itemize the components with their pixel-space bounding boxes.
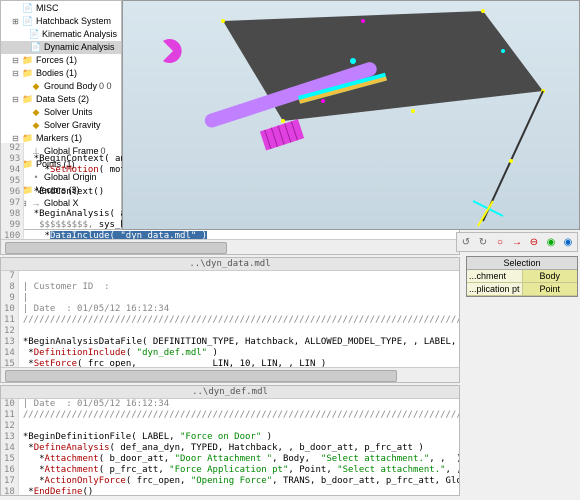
node-label: Solver Units [44,106,93,119]
tree-item[interactable]: ◆Ground Body0 0 [1,80,121,93]
tool-button[interactable]: ↺ [459,235,473,249]
tree-item[interactable]: ◆Solver Gravity [1,119,121,132]
sel-key: ...chment [467,270,523,282]
tool-button[interactable]: ◉ [561,235,575,249]
tool-button[interactable]: → [510,235,524,249]
node-icon: 📄 [29,29,40,40]
view-toolbar: ↺↻○→⊖◉◉ [456,232,578,252]
tool-button[interactable]: ⊖ [527,235,541,249]
h-scrollbar[interactable] [1,239,459,254]
editor-title: ..\dyn_def.mdl [1,386,459,399]
selection-row[interactable]: ...chmentBody [467,270,577,283]
node-icon: ◆ [30,120,42,131]
node-count: 0 0 [99,80,112,93]
selection-row[interactable]: ...plication ptPoint [467,283,577,296]
node-icon: 📁 [22,68,34,79]
node-label: Dynamic Analysis [44,41,115,54]
node-icon: 📁 [22,94,34,105]
h-scrollbar[interactable] [1,367,459,382]
tool-button[interactable]: ◉ [544,235,558,249]
expand-icon[interactable]: ⊟ [11,54,20,67]
expand-icon[interactable]: ⊟ [11,93,20,106]
node-icon: 📁 [22,55,34,66]
tool-button[interactable]: ↻ [476,235,490,249]
sel-val: Point [523,283,578,295]
editor-title: ..\dyn_data.mdl [1,258,459,271]
code-editor-def[interactable]: ..\dyn_def.mdl 10111213141516171819| Dat… [0,385,460,496]
tree-item[interactable]: 📄Dynamic Analysis [1,41,121,54]
node-label: Forces (1) [36,54,77,67]
node-label: Bodies (1) [36,67,77,80]
node-icon: ◆ [30,81,42,92]
node-label: Data Sets (2) [36,93,89,106]
expand-icon[interactable]: ⊟ [11,67,20,80]
node-icon: 📄 [22,16,34,27]
sel-val: Body [523,270,578,282]
tree-item[interactable]: ⊟📁Forces (1) [1,54,121,67]
tree-item[interactable]: ⊟📁Bodies (1) [1,67,121,80]
node-label: Ground Body [44,80,97,93]
tool-button[interactable]: ○ [493,235,507,249]
expand-icon[interactable]: ⊞ [11,15,20,28]
node-label: Hatchback System [36,15,111,28]
selection-panel: Selection ...chmentBody...plication ptPo… [466,256,578,297]
selection-header: Selection [467,257,577,270]
node-label: Solver Gravity [44,119,101,132]
tree-item[interactable]: ⊞📄Hatchback System [1,15,121,28]
node-icon: ◆ [30,107,42,118]
tree-item[interactable]: 📄MISC [1,2,121,15]
sel-key: ...plication pt [467,283,523,295]
3d-viewport[interactable] [122,0,580,230]
tree-item[interactable]: 📄Kinematic Analysis [1,28,121,41]
node-icon: 📄 [22,3,34,14]
node-label: MISC [36,2,59,15]
node-label: Kinematic Analysis [42,28,117,41]
tree-item[interactable]: ◆Solver Units [1,106,121,119]
tree-item[interactable]: ⊟📁Data Sets (2) [1,93,121,106]
code-editor-data[interactable]: ..\dyn_data.mdl 7891011121314151617| Cus… [0,257,460,383]
node-icon: 📄 [30,42,42,53]
